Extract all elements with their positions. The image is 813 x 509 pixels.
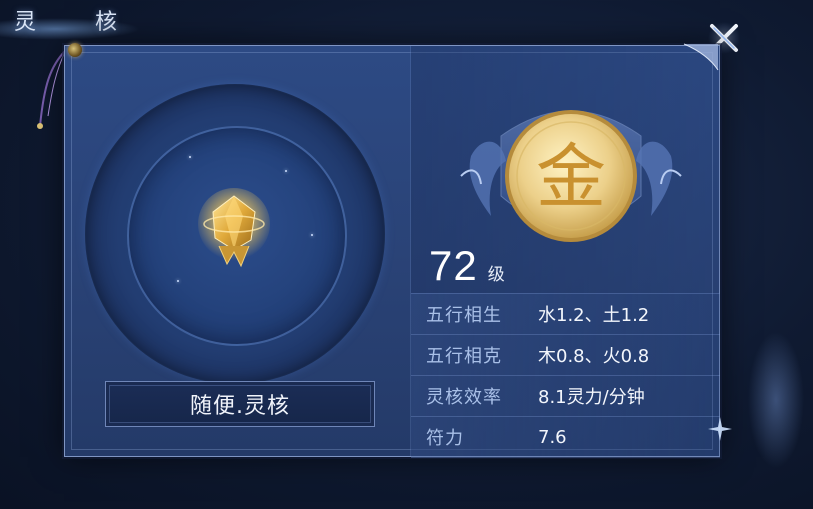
- core-display-area: 随便.灵核: [65, 46, 410, 456]
- spirit-core-panel: 随便.灵核 金 72 级 五行相生 水1.2、土1.2 五行相克 木0.8、火0…: [64, 45, 720, 458]
- element-glyph: 金: [536, 136, 606, 218]
- stat-label: 五行相克: [426, 346, 502, 367]
- pin-decoration: [68, 43, 82, 57]
- level-display: 72 级: [429, 242, 505, 290]
- stat-value: 8.1灵力/分钟: [538, 387, 645, 408]
- core-info-area: 金 72 级 五行相生 水1.2、土1.2 五行相克 木0.8、火0.8 灵核效…: [410, 46, 720, 458]
- stat-row-restraint: 五行相克 木0.8、火0.8: [411, 334, 720, 375]
- sparkle-decoration: [708, 417, 732, 441]
- stat-label: 五行相生: [426, 305, 502, 326]
- screen-title: 灵 核: [14, 10, 143, 35]
- level-unit: 级: [487, 265, 505, 285]
- glow-decoration: [748, 332, 804, 468]
- spirit-core-gem-icon[interactable]: [197, 186, 271, 272]
- stat-row-talisman-power: 符力 7.6: [411, 416, 720, 458]
- metal-element-emblem-icon: 金: [460, 110, 682, 242]
- stat-value: 7.6: [538, 426, 567, 448]
- stat-label: 灵核效率: [426, 387, 502, 408]
- stat-label: 符力: [426, 428, 464, 449]
- stats-table: 五行相生 水1.2、土1.2 五行相克 木0.8、火0.8 灵核效率 8.1灵力…: [411, 293, 720, 458]
- stat-value: 水1.2、土1.2: [538, 305, 650, 326]
- level-number: 72: [429, 242, 478, 289]
- stat-row-generation: 五行相生 水1.2、土1.2: [411, 293, 720, 334]
- stat-value: 木0.8、火0.8: [538, 346, 650, 367]
- page-curl-decoration: [683, 43, 719, 71]
- stat-row-efficiency: 灵核效率 8.1灵力/分钟: [411, 375, 720, 416]
- core-name-label: 随便.灵核: [105, 381, 375, 427]
